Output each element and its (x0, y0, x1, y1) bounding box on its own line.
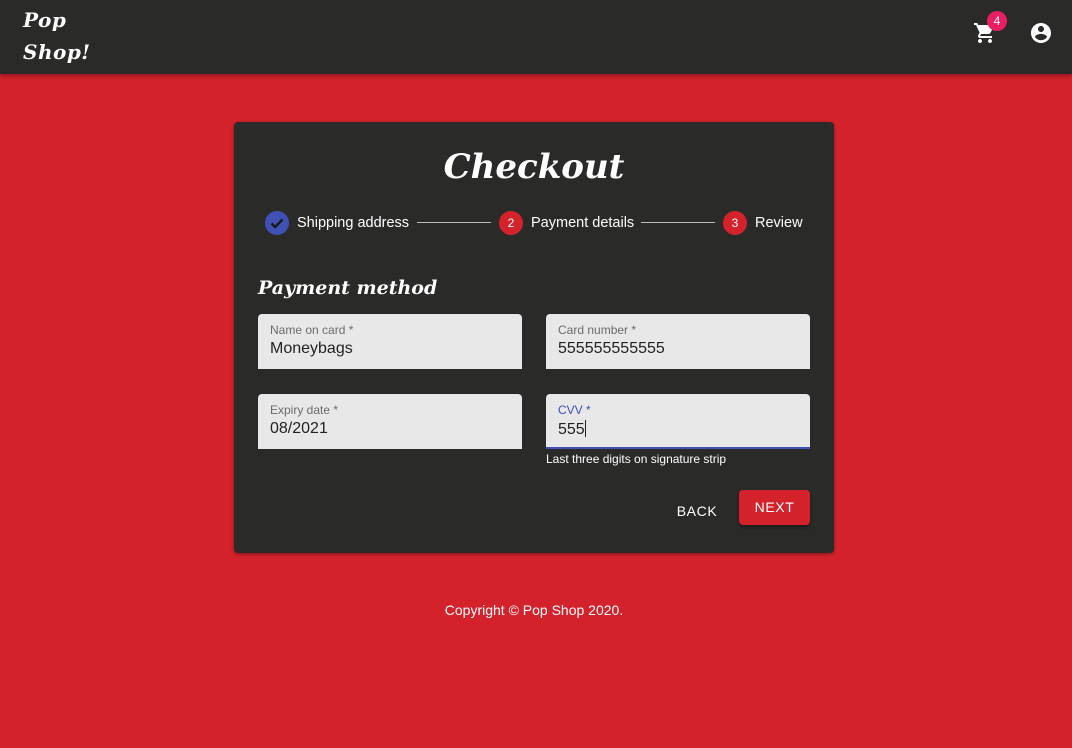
step-label: Payment details (531, 215, 635, 231)
cvv-input-wrap[interactable]: 555 (558, 420, 798, 439)
cvv-input[interactable]: 555 (558, 421, 585, 438)
cvv-helper-text: Last three digits on signature strip (546, 452, 727, 466)
step-number: 3 (723, 211, 747, 235)
step-payment-details: 2 Payment details (499, 210, 634, 236)
footer-copyright: Copyright © Pop Shop 2020. (444, 602, 624, 618)
cart-button[interactable]: 4 (966, 11, 1007, 52)
step-review: 3 Review (723, 210, 803, 236)
text-caret (584, 420, 586, 437)
section-title: Payment method (258, 277, 438, 299)
checkout-card: Checkout Shipping address 2 Payment deta… (234, 122, 834, 553)
field-label: Expiry date * (270, 403, 339, 417)
check-icon (265, 211, 289, 235)
name-on-card-field[interactable]: Name on card * Moneybags (258, 314, 522, 369)
next-button[interactable]: NEXT (739, 490, 810, 525)
field-label: Name on card * (270, 323, 354, 337)
cart-count-badge: 4 (987, 11, 1007, 31)
step-connector (417, 222, 491, 223)
field-label: Card number * (558, 323, 637, 337)
account-circle-icon (1031, 23, 1051, 43)
name-on-card-input[interactable]: Moneybags (270, 340, 510, 358)
expiry-date-input[interactable]: 08/2021 (270, 420, 510, 438)
step-label: Shipping address (297, 215, 410, 231)
step-number: 2 (499, 211, 523, 235)
logo[interactable]: Pop Shop! (23, 4, 113, 68)
card-number-field[interactable]: Card number * 555555555555 (546, 314, 810, 369)
page-title: Checkout (443, 147, 625, 187)
account-button[interactable] (1022, 14, 1060, 52)
card-number-input[interactable]: 555555555555 (558, 340, 798, 358)
logo-line-2: Shop! (23, 40, 91, 64)
expiry-date-field[interactable]: Expiry date * 08/2021 (258, 394, 522, 449)
app-bar: Pop Shop! 4 (0, 0, 1072, 74)
back-button[interactable]: BACK (664, 496, 730, 526)
step-shipping-address: Shipping address (265, 210, 409, 236)
field-label: CVV * (558, 403, 591, 417)
step-label: Review (755, 215, 803, 231)
step-connector (641, 222, 715, 223)
logo-line-1: Pop (23, 8, 67, 32)
cvv-field[interactable]: CVV * 555 (546, 394, 810, 449)
